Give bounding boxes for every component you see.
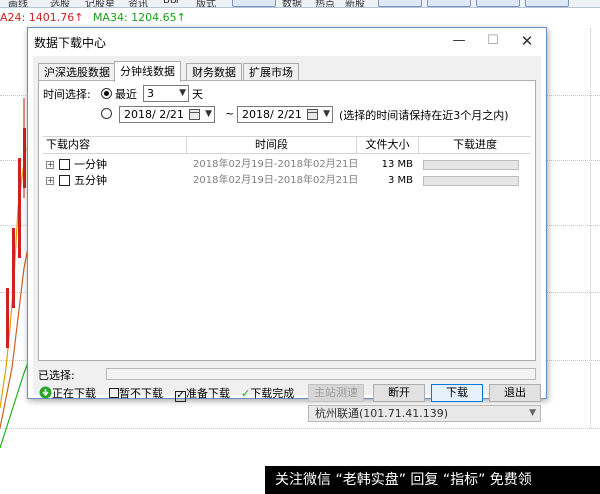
row-size: 3 MB bbox=[387, 175, 413, 186]
table-row[interactable]: + 五分钟 2018年02月19日-2018年02月21日 3 MB bbox=[43, 173, 531, 189]
tab-stock-selection-data[interactable]: 沪深选股数据 bbox=[38, 63, 116, 81]
dialog-title: 数据下载中心 bbox=[34, 36, 107, 50]
header-size: 文件大小 bbox=[357, 137, 419, 154]
expand-icon[interactable]: + bbox=[46, 177, 54, 185]
toolbar-item-layout[interactable]: 版式 bbox=[196, 0, 216, 7]
toolbar-item-select-stock[interactable]: 选股 bbox=[50, 0, 70, 7]
exit-button[interactable]: 退出 bbox=[489, 384, 541, 402]
legend-done: ✓下载完成 bbox=[241, 385, 294, 403]
table-header: 下载内容 时间段 文件大小 下载进度 bbox=[43, 137, 531, 154]
toolbar-button-1[interactable] bbox=[232, 0, 276, 7]
download-button[interactable]: 下载 bbox=[431, 384, 483, 402]
chevron-down-icon: ▼ bbox=[529, 408, 536, 418]
expand-icon[interactable]: + bbox=[46, 161, 54, 169]
row-name: 五分钟 bbox=[74, 174, 107, 187]
chevron-down-icon: ▼ bbox=[205, 109, 212, 119]
selection-status-bar bbox=[106, 368, 536, 380]
toolbar-button-2[interactable] bbox=[378, 0, 422, 7]
days-unit-label: 天 bbox=[192, 88, 203, 101]
legend-paused-label: 暂不下载 bbox=[119, 387, 163, 400]
test-server-speed-button[interactable]: 主站测速 bbox=[308, 384, 364, 402]
header-content: 下载内容 bbox=[43, 137, 187, 154]
legend-done-label: 下载完成 bbox=[250, 387, 295, 400]
watermark-banner: 关注微信 “老韩实盘” 回复 “指标” 免费领 bbox=[265, 466, 600, 494]
minute-data-panel: 时间选择: 最近 3 ▼ 天 2018/ 2/21 ▼ ~ 2018/ 2/21… bbox=[38, 80, 536, 361]
toolbar-item-stars[interactable]: 记股星 bbox=[85, 0, 115, 7]
checkmark-icon: ✓ bbox=[241, 387, 251, 400]
row-name: 一分钟 bbox=[74, 158, 107, 171]
chevron-down-icon: ▼ bbox=[179, 88, 186, 98]
time-range-hint: (选择的时间请保持在近3个月之内) bbox=[339, 109, 509, 122]
row-period: 2018年02月19日-2018年02月21日 bbox=[193, 159, 359, 170]
legend-paused: 暂不下载 bbox=[109, 385, 163, 403]
recent-days-select[interactable]: 3 ▼ bbox=[143, 85, 189, 102]
legend-ready: ✓准备下载 bbox=[175, 385, 230, 403]
toolbar-button-3[interactable] bbox=[427, 0, 471, 7]
recent-label: 最近 bbox=[115, 88, 137, 101]
calendar-icon bbox=[189, 109, 200, 120]
time-select-label: 时间选择: bbox=[43, 88, 91, 101]
ma34-value: MA34: 1204.65↑ bbox=[92, 11, 186, 24]
header-progress: 下载进度 bbox=[453, 138, 497, 151]
checked-box-icon: ✓ bbox=[175, 390, 186, 402]
toolbar-item-draw[interactable]: 画线 bbox=[8, 0, 28, 7]
selection-status: 已选择: bbox=[38, 367, 536, 382]
close-button[interactable]: ✕ bbox=[514, 31, 540, 51]
date-from-value: 2018/ 2/21 bbox=[124, 108, 184, 121]
legend-ready-label: 准备下载 bbox=[186, 387, 230, 400]
date-to-picker[interactable]: 2018/ 2/21 ▼ bbox=[237, 106, 333, 123]
toolbar-item-hot[interactable]: 热点 bbox=[315, 0, 335, 7]
selection-label: 已选择: bbox=[38, 369, 75, 382]
row-checkbox[interactable] bbox=[59, 175, 70, 186]
row-period: 2018年02月19日-2018年02月21日 bbox=[193, 175, 359, 186]
candlestick-chart bbox=[0, 98, 30, 448]
chevron-down-icon: ▼ bbox=[323, 109, 330, 119]
toolbar-item-ipo[interactable]: 新股 bbox=[345, 0, 365, 7]
legend-downloading-label: 正在下载 bbox=[52, 387, 96, 400]
recent-days-value: 3 bbox=[147, 87, 154, 100]
toolbar-item-data[interactable]: 数据 bbox=[282, 0, 302, 7]
app-toolbar: 画线 选股 记股星 资讯 ЬЫ 版式 数据 热点 新股 bbox=[0, 0, 600, 8]
unchecked-box-icon bbox=[109, 388, 119, 398]
tab-minute-data[interactable]: 分钟线数据 bbox=[114, 61, 181, 82]
row-progress-bar bbox=[423, 176, 519, 186]
downloading-icon bbox=[39, 386, 52, 399]
date-to-value: 2018/ 2/21 bbox=[242, 108, 302, 121]
legend-downloading: 正在下载 bbox=[39, 385, 96, 403]
dialog-titlebar[interactable]: 数据下载中心 — ☐ ✕ bbox=[28, 28, 546, 54]
range-separator: ~ bbox=[225, 107, 235, 120]
header-period: 时间段 bbox=[187, 137, 357, 154]
disconnect-button[interactable]: 断开 bbox=[373, 384, 425, 402]
table-row[interactable]: + 一分钟 2018年02月19日-2018年02月21日 13 MB bbox=[43, 157, 531, 173]
download-table: 下载内容 时间段 文件大小 下载进度 + 一分钟 2018年02月19日-201… bbox=[43, 136, 531, 356]
dialog-body: 沪深选股数据 分钟线数据 财务数据 扩展市场 时间选择: 最近 3 ▼ 天 20… bbox=[33, 56, 541, 422]
ma24-value: A24: 1401.76↑ bbox=[0, 11, 84, 24]
server-select[interactable]: 杭州联通(101.71.41.139) ▼ bbox=[308, 405, 541, 422]
maximize-button[interactable]: ☐ bbox=[480, 31, 506, 51]
toolbar-item-news[interactable]: 资讯 bbox=[128, 0, 148, 7]
row-progress-bar bbox=[423, 160, 519, 170]
toolbar-item-misc[interactable]: ЬЫ bbox=[163, 0, 179, 6]
tab-extended-market[interactable]: 扩展市场 bbox=[243, 63, 299, 81]
date-from-picker[interactable]: 2018/ 2/21 ▼ bbox=[119, 106, 215, 123]
tab-financial-data[interactable]: 财务数据 bbox=[186, 63, 242, 81]
calendar-icon bbox=[307, 109, 318, 120]
recent-radio[interactable] bbox=[101, 88, 112, 99]
server-value: 杭州联通(101.71.41.139) bbox=[315, 407, 449, 420]
row-size: 13 MB bbox=[381, 159, 413, 170]
row-checkbox[interactable] bbox=[59, 159, 70, 170]
minimize-button[interactable]: — bbox=[446, 31, 472, 51]
toolbar-button-5[interactable] bbox=[525, 0, 569, 7]
moving-average-readout: A24: 1401.76↑ MA34: 1204.65↑ bbox=[0, 11, 186, 27]
date-range-radio[interactable] bbox=[101, 108, 112, 119]
download-center-dialog: 数据下载中心 — ☐ ✕ 沪深选股数据 分钟线数据 财务数据 扩展市场 时间选择… bbox=[27, 27, 547, 422]
toolbar-button-4[interactable] bbox=[476, 0, 520, 7]
